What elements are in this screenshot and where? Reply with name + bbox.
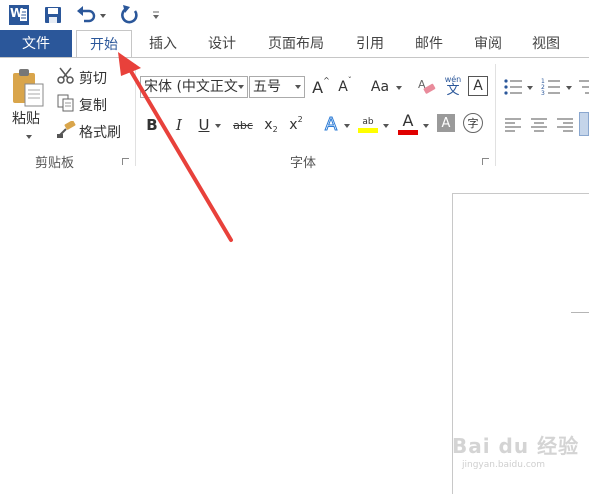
watermark-logo: Bai du 经验 [452, 434, 580, 458]
annotation-arrow-icon [118, 52, 233, 242]
watermark-url: jingyan.baidu.com [462, 460, 546, 470]
